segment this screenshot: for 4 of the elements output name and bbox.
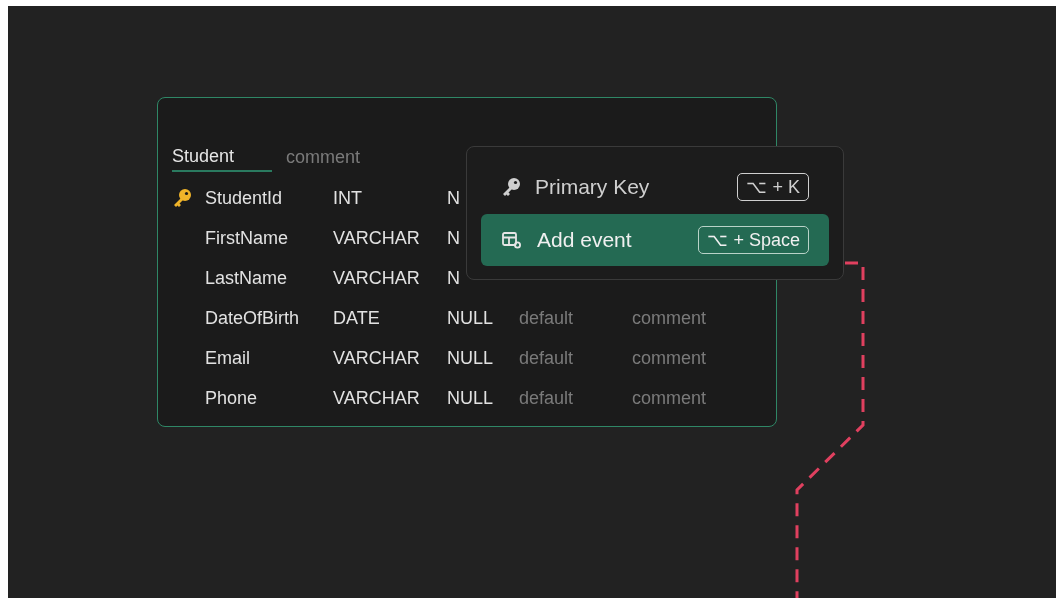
shortcut-key: ⌥ + Space	[698, 226, 809, 254]
menu-item-label: Add event	[537, 228, 633, 252]
shortcut-key: ⌥ + K	[737, 173, 809, 201]
menu-item-label: Primary Key	[535, 175, 651, 199]
